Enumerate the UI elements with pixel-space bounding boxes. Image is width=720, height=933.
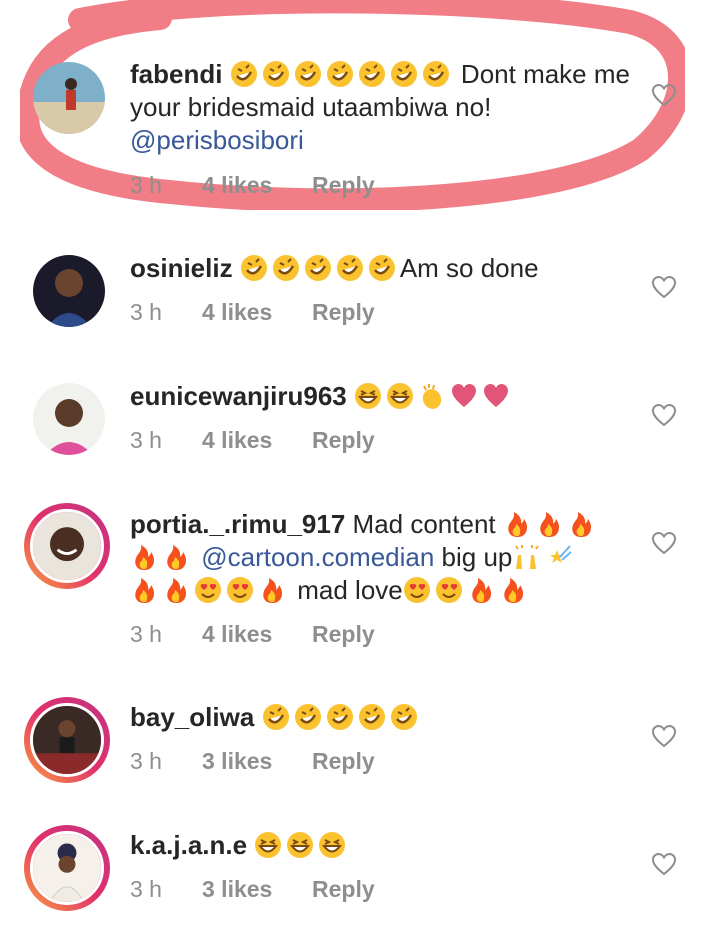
reply-button[interactable]: Reply xyxy=(312,427,375,454)
avatar[interactable] xyxy=(33,383,105,455)
rofl-emoji xyxy=(358,60,386,88)
comment-text: osinieliz Am so done xyxy=(130,252,630,285)
username[interactable]: fabendi xyxy=(130,59,222,89)
raising-hands-emoji xyxy=(512,543,540,571)
grinning-squint-emoji xyxy=(254,831,282,859)
fire-emoji xyxy=(130,543,158,571)
comment-body: big up xyxy=(441,542,513,572)
username[interactable]: portia._.rimu_917 xyxy=(130,509,345,539)
like-heart-icon[interactable] xyxy=(651,83,677,107)
likes-count[interactable]: 4 likes xyxy=(202,299,272,326)
username[interactable]: eunicewanjiru963 xyxy=(130,381,347,411)
timestamp: 3 h xyxy=(130,876,162,902)
avatar[interactable] xyxy=(33,255,105,327)
reply-button[interactable]: Reply xyxy=(312,299,375,326)
fire-emoji xyxy=(162,576,190,604)
comment-text: eunicewanjiru963 xyxy=(130,380,630,413)
avatar[interactable] xyxy=(33,62,105,134)
fire-emoji xyxy=(130,576,158,604)
rofl-emoji xyxy=(422,60,450,88)
avatar-story-ring[interactable] xyxy=(24,503,110,589)
clapping-hands-emoji xyxy=(418,382,446,410)
rofl-emoji xyxy=(272,254,300,282)
fire-emoji xyxy=(467,576,495,604)
avatar xyxy=(30,703,104,777)
rofl-emoji xyxy=(304,254,332,282)
rofl-emoji xyxy=(326,703,354,731)
rofl-emoji xyxy=(390,60,418,88)
rofl-emoji xyxy=(336,254,364,282)
rofl-emoji xyxy=(326,60,354,88)
like-heart-icon[interactable] xyxy=(651,852,677,876)
likes-count[interactable]: 4 likes xyxy=(202,172,272,199)
reply-button[interactable]: Reply xyxy=(312,876,375,903)
reply-button[interactable]: Reply xyxy=(312,621,375,648)
comment-body: Am so done xyxy=(399,253,539,283)
heart-emoji xyxy=(450,382,478,410)
comment-text: k.a.j.a.n.e xyxy=(130,829,630,862)
username[interactable]: k.a.j.a.n.e xyxy=(130,830,247,860)
heart-emoji xyxy=(482,382,510,410)
reply-button[interactable]: Reply xyxy=(312,172,375,199)
heart-eyes-emoji xyxy=(435,576,463,604)
fire-emoji xyxy=(567,510,595,538)
avatar-story-ring[interactable] xyxy=(24,697,110,783)
reply-button[interactable]: Reply xyxy=(312,748,375,775)
rofl-emoji xyxy=(240,254,268,282)
avatar xyxy=(30,509,104,583)
like-heart-icon[interactable] xyxy=(651,531,677,555)
rofl-emoji xyxy=(390,703,418,731)
likes-count[interactable]: 4 likes xyxy=(202,427,272,454)
fire-emoji xyxy=(258,576,286,604)
rofl-emoji xyxy=(262,60,290,88)
heart-eyes-emoji xyxy=(403,576,431,604)
fire-emoji xyxy=(503,510,531,538)
comment-body: mad love xyxy=(297,575,403,605)
heart-eyes-emoji xyxy=(226,576,254,604)
avatar-story-ring[interactable] xyxy=(24,825,110,911)
grinning-squint-emoji xyxy=(354,382,382,410)
timestamp: 3 h xyxy=(130,172,162,198)
dizzy-star-emoji xyxy=(544,543,573,571)
rofl-emoji xyxy=(294,60,322,88)
timestamp: 3 h xyxy=(130,299,162,325)
comment-text: fabendi Dont make me your bridesmaid uta… xyxy=(130,58,630,157)
timestamp: 3 h xyxy=(130,621,162,647)
rofl-emoji xyxy=(358,703,386,731)
fire-emoji xyxy=(499,576,527,604)
rofl-emoji xyxy=(262,703,290,731)
username[interactable]: osinieliz xyxy=(130,253,233,283)
timestamp: 3 h xyxy=(130,427,162,453)
grinning-squint-emoji xyxy=(386,382,414,410)
heart-eyes-emoji xyxy=(194,576,222,604)
like-heart-icon[interactable] xyxy=(651,724,677,748)
like-heart-icon[interactable] xyxy=(651,403,677,427)
rofl-emoji xyxy=(368,254,396,282)
likes-count[interactable]: 3 likes xyxy=(202,748,272,775)
rofl-emoji xyxy=(230,60,258,88)
comment-text: portia._.rimu_917 Mad content @cartoon.c… xyxy=(130,508,630,607)
rofl-emoji xyxy=(294,703,322,731)
fire-emoji xyxy=(535,510,563,538)
avatar xyxy=(30,831,104,905)
mention-link[interactable]: @perisbosibori xyxy=(130,125,304,155)
fire-emoji xyxy=(162,543,190,571)
mention-link[interactable]: @cartoon.comedian xyxy=(201,542,434,572)
username[interactable]: bay_oliwa xyxy=(130,702,254,732)
comment-text: bay_oliwa xyxy=(130,701,630,734)
grinning-squint-emoji xyxy=(318,831,346,859)
likes-count[interactable]: 4 likes xyxy=(202,621,272,648)
comment-body: Mad content xyxy=(352,509,496,539)
likes-count[interactable]: 3 likes xyxy=(202,876,272,903)
like-heart-icon[interactable] xyxy=(651,275,677,299)
grinning-squint-emoji xyxy=(286,831,314,859)
timestamp: 3 h xyxy=(130,748,162,774)
